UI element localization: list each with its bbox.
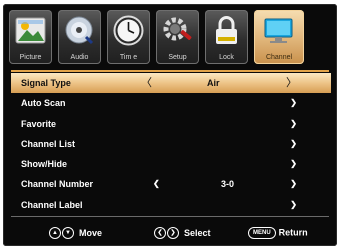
tab-lock[interactable]: Lock — [205, 10, 248, 64]
menu-item-channel-list[interactable]: Channel List ❯ — [11, 134, 331, 154]
chevron-right-icon: ❯ — [290, 159, 297, 169]
menu-tab-bar: Picture Audio Tim e Setup Lock Channel — [3, 4, 337, 68]
tab-label: Audio — [70, 54, 89, 61]
menu-item-label: Channel Number — [21, 179, 94, 190]
left-key-icon: ❮ — [154, 226, 166, 239]
footer-divider — [11, 216, 329, 217]
clock-icon — [113, 15, 144, 46]
footer-hint-bar: ▲ ▼ Move ❮ ❯ Select MENU Return — [3, 220, 337, 244]
chevron-left-icon[interactable]: ❮ — [153, 174, 160, 194]
menu-item-label: Signal Type — [21, 78, 71, 88]
audio-disc-icon — [65, 16, 94, 45]
hint-select: ❮ ❯ Select — [154, 224, 211, 240]
menu-item-label: Auto Scan — [21, 98, 66, 109]
hint-select-label: Select — [184, 227, 211, 238]
menu-item-auto-scan[interactable]: Auto Scan ❯ — [11, 93, 331, 113]
left-arrow-icon[interactable]: 〈 — [141, 73, 152, 93]
menu-item-favorite[interactable]: Favorite ❯ — [11, 114, 331, 134]
tab-label: Lock — [219, 54, 234, 61]
channel-menu: Signal Type 〈 Air 〉 Auto Scan ❯ Favorite… — [11, 73, 331, 215]
menu-item-label: Channel Label — [21, 199, 83, 210]
menu-item-label: Favorite — [21, 118, 57, 129]
right-arrow-icon[interactable]: 〉 — [286, 73, 297, 93]
channel-number-value: 3-0 — [221, 179, 235, 190]
tab-audio[interactable]: Audio — [58, 10, 101, 64]
chevron-right-icon: ❯ — [290, 98, 297, 108]
hint-move: ▲ ▼ Move — [49, 224, 102, 240]
tab-time[interactable]: Tim e — [107, 10, 150, 64]
menu-item-show-hide[interactable]: Show/Hide ❯ — [11, 154, 331, 174]
menu-item-signal-type[interactable]: Signal Type 〈 Air 〉 — [11, 73, 331, 94]
tv-osd-screen: Picture Audio Tim e Setup Lock Channel S… — [3, 4, 337, 246]
tab-label: Tim e — [119, 54, 138, 61]
chevron-right-icon[interactable]: ❯ — [290, 174, 297, 194]
hint-return: MENU Return — [248, 224, 308, 240]
tab-label: Channel — [265, 54, 293, 61]
menu-item-label: Channel List — [21, 138, 76, 149]
header-divider — [11, 70, 329, 72]
tab-label: Picture — [19, 54, 42, 61]
menu-item-channel-label[interactable]: Channel Label ❯ — [11, 195, 331, 215]
lock-icon — [216, 16, 237, 44]
hint-return-label: Return — [278, 227, 308, 238]
menu-item-channel-number[interactable]: Channel Number ❮ 3-0 ❯ — [11, 174, 331, 194]
chevron-right-icon: ❯ — [290, 138, 297, 148]
tab-label: Setup — [168, 54, 187, 61]
tab-setup[interactable]: Setup — [156, 10, 199, 64]
monitor-icon — [264, 18, 293, 43]
tab-channel[interactable]: Channel — [254, 10, 304, 64]
tab-picture[interactable]: Picture — [9, 10, 52, 64]
chevron-right-icon: ❯ — [290, 199, 297, 209]
picture-icon — [15, 17, 46, 44]
menu-item-label: Show/Hide — [21, 159, 68, 170]
up-key-icon: ▲ — [49, 226, 61, 239]
gear-icon — [163, 17, 192, 41]
menu-key-icon: MENU — [248, 226, 276, 239]
hint-move-label: Move — [79, 227, 103, 238]
chevron-right-icon: ❯ — [290, 118, 297, 128]
down-key-icon: ▼ — [62, 226, 74, 239]
right-key-icon: ❯ — [167, 226, 179, 239]
signal-type-value: Air — [207, 78, 220, 88]
